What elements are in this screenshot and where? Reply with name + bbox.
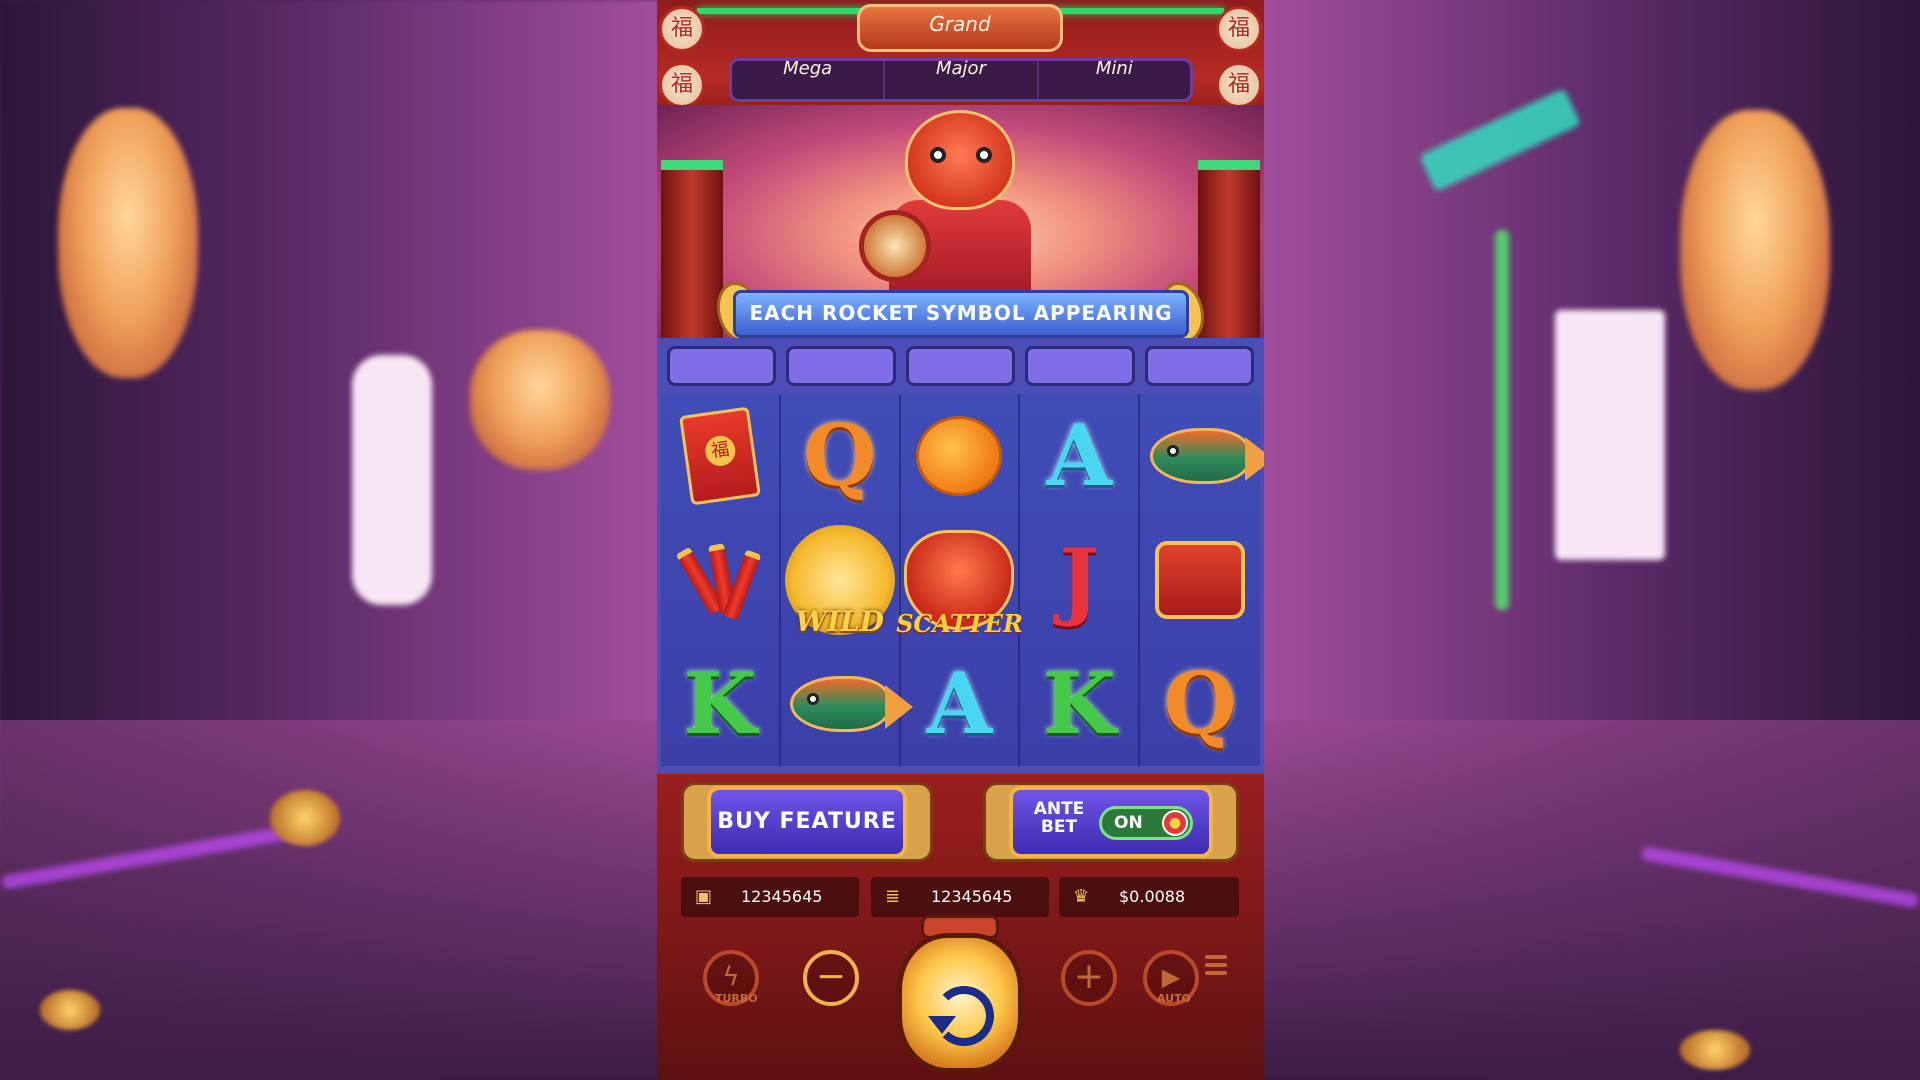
reel-cell: K [1020, 642, 1141, 766]
reel-cell: 福 [661, 394, 781, 518]
lantern-body [897, 933, 1023, 1073]
k-symbol: K [683, 654, 757, 753]
ante-bet-button[interactable]: ANTE BET ON ● [1009, 786, 1213, 858]
temple-pillar [1198, 160, 1260, 360]
k-symbol: K [1042, 654, 1116, 753]
koi-fish-symbol [789, 676, 913, 732]
reel-cell: Q [1140, 642, 1260, 766]
reel-cell [781, 642, 913, 766]
scatter-label: SCATTER [896, 609, 1023, 638]
fish-eye [806, 693, 819, 705]
firecracker-symbol [675, 540, 762, 621]
coin-decoration [40, 990, 100, 1030]
drum-symbol [1155, 541, 1246, 619]
game-panel: 福 福 福 福 Grand Mega Major Mini EACH ROCKE… [657, 0, 1264, 1080]
temple-pillar [661, 160, 723, 360]
menu-icon-line [1205, 971, 1227, 975]
jackpot-mega: Mega [732, 60, 886, 99]
dragon-eye [930, 147, 946, 163]
trophy-icon: ♛ [1073, 886, 1090, 907]
seal-icon: 福 [1216, 6, 1262, 52]
reel-cell [1140, 394, 1264, 518]
q-symbol: Q [1163, 654, 1237, 753]
reel-cell: K [661, 642, 781, 766]
seal-icon: 福 [1216, 62, 1262, 108]
reel-header-slots [663, 346, 1258, 386]
neon-light [1495, 230, 1509, 610]
bet-value: 12345645 [931, 887, 1013, 906]
balance-display: ▣ 12345645 [681, 877, 859, 917]
reel-cell: A [901, 642, 1021, 766]
dragon-mascot [905, 110, 1015, 210]
lantern-decoration [470, 330, 610, 470]
wallet-icon: ▣ [695, 886, 713, 907]
increase-bet-button[interactable]: + [1061, 950, 1117, 1006]
reel-cell [661, 518, 781, 642]
reel-grid: 福 Q A WILD SCATTER J K A K Q [661, 394, 1264, 766]
seal-icon: 福 [659, 6, 705, 52]
decrease-bet-button[interactable]: − [803, 950, 859, 1006]
paw-icon: ● [1162, 810, 1188, 836]
coins-icon: ≣ [885, 886, 901, 907]
jackpot-grand: Grand [857, 4, 1063, 52]
win-value: $0.0088 [1119, 887, 1186, 906]
reel-cell: Q [781, 394, 901, 518]
spin-arrow-head [928, 1016, 956, 1034]
reel-header-slot [1025, 346, 1135, 386]
jackpot-mini: Mini [1095, 58, 1133, 79]
fu-seal: 福 [703, 433, 738, 468]
autoplay-label: AUTO [1157, 992, 1191, 1005]
menu-icon-line [1205, 955, 1227, 959]
orange-symbol [916, 416, 1003, 496]
menu-button[interactable] [1205, 955, 1227, 977]
bet-display: ≣ 12345645 [871, 877, 1049, 917]
reel-cell: WILD [781, 518, 901, 642]
jackpot-bar: Mega Major Mini [729, 58, 1193, 102]
balance-value: 12345645 [741, 887, 823, 906]
vertical-sign [1555, 310, 1665, 560]
coin-decoration [1680, 1030, 1750, 1070]
vertical-sign [352, 355, 432, 605]
ante-bet-label: ANTE BET [1033, 799, 1085, 837]
seal-icon: 福 [659, 62, 705, 108]
a-symbol: A [926, 654, 993, 753]
wild-label: WILD [795, 605, 884, 638]
fish-eye [1167, 445, 1180, 457]
menu-icon-line [1205, 963, 1227, 967]
info-banner: EACH ROCKET SYMBOL APPEARING [733, 290, 1189, 338]
reel-cell: J [1020, 518, 1141, 642]
buy-feature-button[interactable]: BUY FEATURE [707, 786, 907, 858]
reel-header-slot [1144, 346, 1255, 386]
turbo-label: TURBO [715, 992, 758, 1005]
reel-header-slot [786, 346, 896, 386]
reel-cell: A [1020, 394, 1141, 518]
coin-decoration [270, 790, 340, 846]
reel-header-slot [667, 346, 777, 386]
dragon-eye [976, 147, 992, 163]
reel-header-slot [905, 346, 1016, 386]
reel-cell: SCATTER [896, 518, 1023, 642]
fish-tail [1245, 437, 1264, 481]
envelope-symbol: 福 [678, 406, 761, 506]
reel-cell [1140, 518, 1260, 642]
reel-cell [901, 394, 1021, 518]
drum-prop [859, 210, 931, 282]
spin-button[interactable] [889, 915, 1031, 1080]
jackpot-major: Major [885, 60, 1039, 99]
a-symbol: A [1046, 406, 1112, 505]
toggle-state-label: ON [1114, 813, 1143, 833]
lantern-decoration [58, 108, 198, 378]
ante-bet-toggle[interactable]: ON ● [1099, 806, 1193, 840]
win-display: ♛ $0.0088 [1059, 877, 1239, 917]
koi-fish-symbol [1150, 428, 1264, 484]
q-symbol: Q [803, 406, 877, 505]
lantern-decoration [1680, 110, 1830, 390]
j-symbol: J [1059, 530, 1100, 629]
